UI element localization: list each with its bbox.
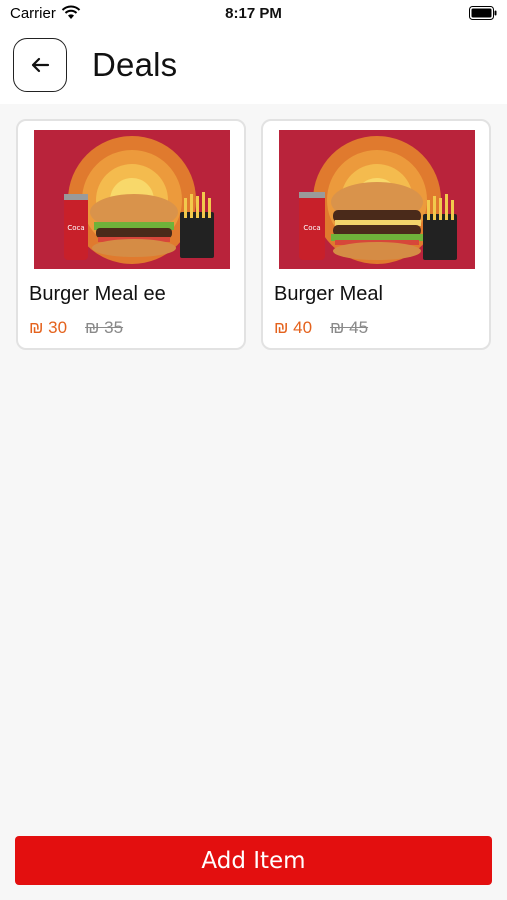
deal-card[interactable]: Coca Burger Meal ₪ 40 ₪ 45: [261, 119, 491, 350]
deal-image: Coca: [34, 130, 230, 269]
burger-meal-photo: Coca: [279, 130, 475, 269]
deals-grid: Coca Burger Meal ee ₪ 30 ₪ 35 Coca Burge…: [16, 119, 492, 351]
battery-icon: [469, 6, 497, 20]
deal-price: ₪ 30: [29, 318, 68, 337]
status-bar: Carrier 8:17 PM: [0, 0, 507, 26]
deal-image: Coca: [279, 130, 475, 269]
svg-text:Coca: Coca: [303, 224, 320, 232]
deal-old-price: ₪ 35: [85, 318, 124, 337]
burger-meal-photo: Coca: [34, 130, 230, 269]
app-header: Deals: [0, 26, 507, 104]
deal-card[interactable]: Coca Burger Meal ee ₪ 30 ₪ 35: [16, 119, 246, 350]
page-title: Deals: [92, 46, 178, 83]
deal-price: ₪ 40: [274, 318, 313, 337]
deal-name: Burger Meal ee: [29, 283, 166, 305]
add-item-button[interactable]: Add Item: [15, 836, 492, 885]
back-button[interactable]: [13, 38, 67, 92]
status-time: 8:17 PM: [225, 5, 282, 22]
deal-name: Burger Meal: [274, 283, 383, 305]
deal-old-price: ₪ 45: [330, 318, 369, 337]
svg-text:Coca: Coca: [67, 224, 84, 232]
arrow-left-icon: [31, 57, 50, 73]
